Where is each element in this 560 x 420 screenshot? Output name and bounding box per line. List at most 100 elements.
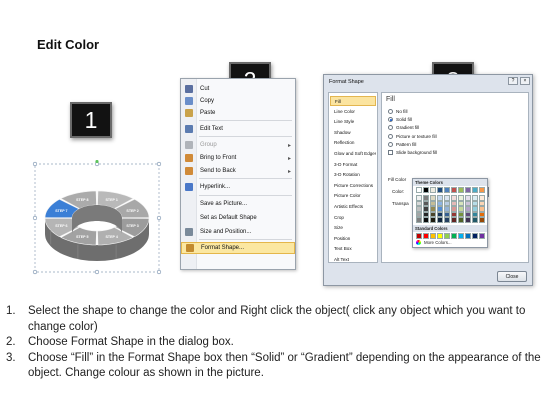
menu-item-save-as-picture[interactable]: Save as Picture... <box>181 198 295 210</box>
theme-color-row <box>416 187 485 193</box>
transparency-label: Transpa <box>392 201 409 206</box>
ring-shape[interactable]: STEP 1 STEP 2 STEP 3 STEP 4 STEP 5 STEP 6 STEP… <box>32 159 162 278</box>
shade-color-swatch[interactable] <box>430 217 436 223</box>
shade-color-swatch[interactable] <box>444 217 450 223</box>
menu-item-send-to-back[interactable]: Send to Back ▸ <box>181 165 295 177</box>
standard-color-swatch[interactable] <box>423 233 429 239</box>
standard-color-swatch[interactable] <box>437 233 443 239</box>
close-button[interactable]: Close <box>497 271 527 282</box>
nav-item-alt-text[interactable]: Alt Text <box>330 255 376 265</box>
color-label: Color: <box>392 189 405 194</box>
shade-color-swatch[interactable] <box>451 217 457 223</box>
menu-separator <box>199 178 292 179</box>
theme-color-swatch[interactable] <box>479 187 485 193</box>
submenu-arrow-icon: ▸ <box>287 142 291 149</box>
radio-button[interactable] <box>388 117 393 123</box>
nav-item-picture-corrections[interactable]: Picture Corrections <box>330 181 376 191</box>
radio-button[interactable] <box>388 133 393 139</box>
nav-item-picture-color[interactable]: Picture Color <box>330 191 376 201</box>
theme-color-swatch[interactable] <box>458 187 464 193</box>
radio-button[interactable] <box>388 141 393 147</box>
theme-color-swatch[interactable] <box>472 187 478 193</box>
theme-color-swatch[interactable] <box>444 187 450 193</box>
menu-item-format-shape[interactable]: Format Shape... <box>181 242 295 254</box>
fill-option-solid-fill[interactable]: Solid fill <box>388 117 412 123</box>
fill-option-picture-or-texture-fill[interactable]: Picture or texture fill <box>388 133 437 139</box>
theme-color-swatch[interactable] <box>430 187 436 193</box>
shade-color-swatch[interactable] <box>423 217 429 223</box>
theme-color-swatch[interactable] <box>423 187 429 193</box>
color-palette-dropdown: Theme Colors Standard Colors More Colors… <box>412 178 488 248</box>
standard-color-swatch[interactable] <box>458 233 464 239</box>
option-label: No fill <box>396 109 408 114</box>
theme-color-swatch[interactable] <box>437 187 443 193</box>
nav-item-fill[interactable]: Fill <box>330 96 376 106</box>
nav-item-artistic-effects[interactable]: Artistic Effects <box>330 202 376 212</box>
category-list: Fill Line Color Line Style Shadow Reflection… <box>328 92 378 263</box>
menu-item-label: Format Shape... <box>201 245 245 251</box>
menu-item-label: Hyperlink... <box>200 184 231 190</box>
shade-color-swatch[interactable] <box>458 217 464 223</box>
menu-item-label: Size and Position... <box>200 229 252 235</box>
menu-item-copy[interactable]: Copy <box>181 95 295 107</box>
shade-color-swatch[interactable] <box>437 217 443 223</box>
close-icon[interactable]: × <box>520 77 530 85</box>
menu-item-bring-to-front[interactable]: Bring to Front ▸ <box>181 152 295 164</box>
standard-color-swatch[interactable] <box>444 233 450 239</box>
checkbox[interactable] <box>388 150 393 155</box>
edit-text-icon <box>185 125 193 133</box>
nav-item-glow-and-soft-edges[interactable]: Glow and Soft Edges <box>330 149 376 159</box>
instruction-number: 1. <box>6 305 16 317</box>
theme-shade-grid <box>416 195 485 223</box>
instruction-number: 2. <box>6 336 16 348</box>
shade-color-swatch[interactable] <box>479 217 485 223</box>
fill-option-gradient-fill[interactable]: Gradient fill <box>388 125 419 131</box>
instructions-list: 1. Select the shape to change the color a… <box>6 304 554 382</box>
resize-handle <box>156 215 162 221</box>
nav-item-crop[interactable]: Crop <box>330 213 376 223</box>
menu-item-set-as-default-shape[interactable]: Set as Default Shape <box>181 212 295 224</box>
shade-color-swatch[interactable] <box>416 217 422 223</box>
standard-color-swatch[interactable] <box>465 233 471 239</box>
nav-item-text-box[interactable]: Text Box <box>330 244 376 254</box>
standard-color-swatch[interactable] <box>416 233 422 239</box>
nav-item-line-color[interactable]: Line Color <box>330 107 376 117</box>
radio-button[interactable] <box>388 125 393 131</box>
standard-color-swatch[interactable] <box>451 233 457 239</box>
fill-option-pattern-fill[interactable]: Pattern fill <box>388 141 416 147</box>
menu-item-cut[interactable]: Cut <box>181 83 295 95</box>
fill-color-heading: Fill Color <box>388 177 407 182</box>
resize-handle <box>156 269 162 275</box>
standard-color-swatch[interactable] <box>472 233 478 239</box>
more-colors-link[interactable]: More Colors... <box>416 240 452 245</box>
standard-color-swatch[interactable] <box>430 233 436 239</box>
shade-color-swatch[interactable] <box>472 217 478 223</box>
nav-item-reflection[interactable]: Reflection <box>330 138 376 148</box>
standard-colors-heading: Standard Colors <box>413 225 487 232</box>
nav-item-position[interactable]: Position <box>330 234 376 244</box>
menu-item-edit-text[interactable]: Edit Text <box>181 123 295 135</box>
instruction-number: 3. <box>6 351 16 364</box>
nav-item-3-d-format[interactable]: 3-D Format <box>330 160 376 170</box>
nav-item-size[interactable]: Size <box>330 223 376 233</box>
theme-color-swatch[interactable] <box>465 187 471 193</box>
menu-separator <box>199 239 292 240</box>
fill-option-no-fill[interactable]: No fill <box>388 109 408 114</box>
nav-item-shadow[interactable]: Shadow <box>330 128 376 138</box>
instruction-text: Choose “Fill” in the Format Shape box th… <box>28 351 541 380</box>
more-colors-label: More Colors... <box>424 240 452 245</box>
fill-option-slide-background-fill[interactable]: Slide background fill <box>388 150 437 155</box>
help-button[interactable]: ? <box>508 77 518 85</box>
menu-item-paste[interactable]: Paste <box>181 107 295 119</box>
page-title: Edit Color <box>37 37 100 52</box>
shade-color-swatch[interactable] <box>465 217 471 223</box>
standard-color-swatch[interactable] <box>479 233 485 239</box>
nav-item-line-style[interactable]: Line Style <box>330 117 376 127</box>
rotate-handle <box>95 159 99 164</box>
theme-color-swatch[interactable] <box>416 187 422 193</box>
theme-color-swatch[interactable] <box>451 187 457 193</box>
radio-button[interactable] <box>388 109 393 114</box>
menu-item-size-and-position[interactable]: Size and Position... <box>181 226 295 238</box>
nav-item-3-d-rotation[interactable]: 3-D Rotation <box>330 170 376 180</box>
menu-item-hyperlink[interactable]: Hyperlink... <box>181 181 295 193</box>
